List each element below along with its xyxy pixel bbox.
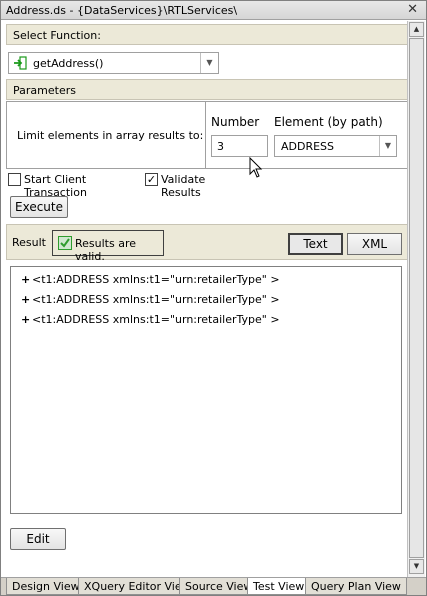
text-view-button[interactable]: Text bbox=[288, 233, 343, 255]
expand-icon[interactable]: + bbox=[21, 293, 30, 306]
parameters-label: Parameters bbox=[13, 84, 76, 97]
tree-node-text: <t1:ADDRESS xmlns:t1="urn:retailerType" … bbox=[32, 273, 280, 286]
chevron-down-icon[interactable]: ▼ bbox=[200, 53, 218, 73]
limit-label: Limit elements in array results to: bbox=[17, 129, 204, 142]
xml-view-button[interactable]: XML bbox=[347, 233, 402, 255]
expand-icon[interactable]: + bbox=[21, 273, 30, 286]
validate-results-checkbox[interactable]: ✓ bbox=[145, 173, 158, 186]
number-header: Number bbox=[211, 115, 260, 129]
status-badge: Results are valid. bbox=[52, 230, 164, 263]
edit-button[interactable]: Edit bbox=[10, 528, 66, 550]
vertical-scrollbar[interactable]: ▲ ▼ bbox=[407, 21, 425, 577]
divider bbox=[205, 102, 206, 168]
status-text: Results are valid. bbox=[75, 237, 137, 263]
result-bar: Result Results are valid. Text XML bbox=[6, 224, 407, 263]
test-view-panel: Select Function: getAddress() ▼ Paramete… bbox=[2, 21, 407, 577]
parameters-header: Parameters bbox=[6, 79, 407, 100]
expand-icon[interactable]: + bbox=[21, 313, 30, 326]
chevron-down-icon[interactable]: ▼ bbox=[379, 136, 396, 156]
window-title: Address.ds - {DataServices}\RTLServices\ bbox=[6, 4, 238, 17]
checkmark-icon bbox=[58, 236, 72, 250]
tab-design-view[interactable]: Design View bbox=[6, 578, 86, 595]
title-bar: Address.ds - {DataServices}\RTLServices\… bbox=[1, 1, 426, 20]
scrollbar-thumb[interactable] bbox=[409, 38, 424, 558]
element-dropdown[interactable]: ADDRESS ▼ bbox=[274, 135, 397, 157]
function-value: getAddress() bbox=[33, 57, 104, 70]
validate-results-label: Validate Results bbox=[161, 173, 206, 199]
tree-node-text: <t1:ADDRESS xmlns:t1="urn:retailerType" … bbox=[32, 293, 280, 306]
close-icon[interactable]: ✕ bbox=[407, 2, 418, 17]
select-function-label: Select Function: bbox=[13, 29, 101, 42]
element-header: Element (by path) bbox=[274, 115, 383, 129]
number-input[interactable]: 3 bbox=[211, 135, 268, 157]
window: Address.ds - {DataServices}\RTLServices\… bbox=[0, 0, 427, 596]
function-dropdown[interactable]: getAddress() ▼ bbox=[8, 52, 219, 74]
tab-test-view[interactable]: Test View bbox=[247, 578, 311, 595]
result-tree[interactable]: + <t1:ADDRESS xmlns:t1="urn:retailerType… bbox=[10, 266, 402, 514]
mouse-cursor-icon bbox=[249, 157, 263, 178]
scroll-up-icon[interactable]: ▲ bbox=[409, 22, 424, 37]
element-value: ADDRESS bbox=[281, 140, 335, 153]
view-tabs: Design View XQuery Editor View Source Vi… bbox=[1, 577, 426, 595]
parameters-panel: Limit elements in array results to: Numb… bbox=[6, 101, 407, 169]
scroll-down-icon[interactable]: ▼ bbox=[409, 559, 424, 574]
tree-node-text: <t1:ADDRESS xmlns:t1="urn:retailerType" … bbox=[32, 313, 280, 326]
start-client-transaction-checkbox[interactable] bbox=[8, 173, 21, 186]
function-arrow-icon bbox=[14, 56, 27, 70]
tab-query-plan-view[interactable]: Query Plan View bbox=[305, 578, 407, 595]
result-label: Result bbox=[12, 236, 46, 249]
execute-button[interactable]: Execute bbox=[10, 196, 68, 218]
select-function-header: Select Function: bbox=[6, 24, 407, 45]
